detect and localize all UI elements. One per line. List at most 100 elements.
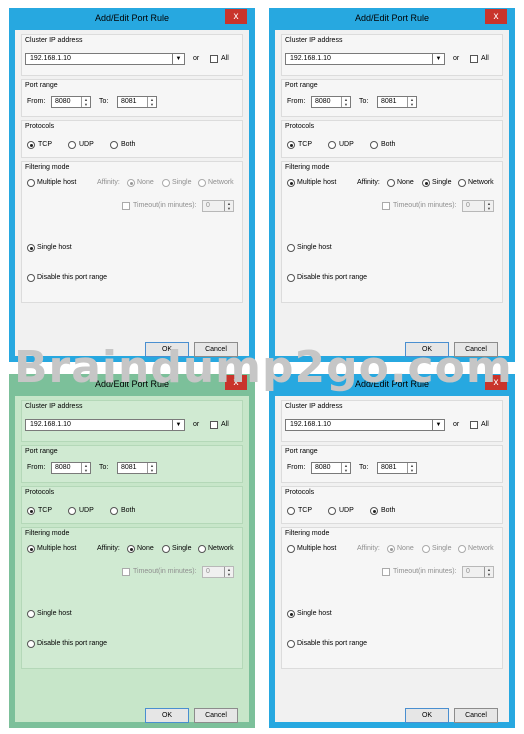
affinity-network-label: Network [208,545,234,552]
from-port-spinner[interactable]: 8080 ▲ ▼ [51,96,91,108]
radio-disable-range[interactable] [27,274,35,282]
radio-both[interactable] [370,141,378,149]
ok-button[interactable]: OK [405,708,449,723]
all-checkbox[interactable] [470,421,478,429]
close-button[interactable]: x [485,9,507,24]
radio-tcp[interactable] [287,507,295,515]
spinner-arrows-icon[interactable]: ▲ ▼ [147,97,156,107]
title-bar[interactable]: Add/Edit Port Rule x [9,8,255,30]
to-port-spinner[interactable]: 8081 ▲ ▼ [377,96,417,108]
radio-affinity-single[interactable] [162,179,170,187]
radio-affinity-network[interactable] [458,545,466,553]
cluster-ip-label: Cluster IP address [285,403,343,410]
spinner-arrows-icon[interactable]: ▲ ▼ [484,567,493,577]
chevron-down-icon[interactable]: ▼ [432,54,444,64]
or-label: or [193,421,200,428]
spinner-arrows-icon[interactable]: ▲ ▼ [147,463,156,473]
radio-tcp[interactable] [27,507,35,515]
all-checkbox[interactable] [470,55,478,63]
radio-multiple-host[interactable] [27,179,35,187]
all-checkbox[interactable] [210,421,218,429]
from-port-spinner[interactable]: 8080 ▲ ▼ [311,462,351,474]
radio-udp[interactable] [68,507,76,515]
timeout-label: Timeout(in minutes): [133,568,197,575]
cancel-button[interactable]: Cancel [454,708,498,723]
radio-multiple-host[interactable] [287,545,295,553]
filtering-mode-section: Filtering mode Multiple host Affinity: N… [21,527,243,669]
to-port-spinner[interactable]: 8081 ▲ ▼ [117,462,157,474]
radio-affinity-network[interactable] [458,179,466,187]
disable-range-label: Disable this port range [37,274,108,281]
radio-multiple-host[interactable] [287,179,295,187]
radio-affinity-none[interactable] [387,545,395,553]
radio-disable-range[interactable] [27,640,35,648]
radio-single-host[interactable] [27,610,35,618]
cluster-ip-combo[interactable]: 192.168.1.10 ▼ [25,53,185,65]
to-label: To: [99,98,109,105]
radio-affinity-single[interactable] [422,179,430,187]
radio-affinity-none[interactable] [387,179,395,187]
timeout-checkbox[interactable] [122,202,130,210]
radio-both[interactable] [110,507,118,515]
cluster-ip-combo[interactable]: 192.168.1.10 ▼ [285,419,445,431]
radio-affinity-single[interactable] [422,545,430,553]
ok-button[interactable]: OK [145,708,189,723]
close-button[interactable]: x [225,9,247,24]
udp-label: UDP [79,507,94,514]
to-port-spinner[interactable]: 8081 ▲ ▼ [377,462,417,474]
from-port-spinner[interactable]: 8080 ▲ ▼ [51,462,91,474]
both-label: Both [381,507,396,514]
title-bar[interactable]: Add/Edit Port Rule x [269,8,515,30]
radio-multiple-host[interactable] [27,545,35,553]
spinner-arrows-icon[interactable]: ▲ ▼ [81,97,90,107]
radio-affinity-none[interactable] [127,179,135,187]
dialog-title: Add/Edit Port Rule [354,13,430,23]
timeout-spinner[interactable]: 0 ▲ ▼ [202,200,234,212]
timeout-checkbox[interactable] [382,568,390,576]
radio-single-host[interactable] [287,244,295,252]
cluster-ip-combo[interactable]: 192.168.1.10 ▼ [25,419,185,431]
radio-udp[interactable] [68,141,76,149]
timeout-checkbox[interactable] [382,202,390,210]
radio-tcp[interactable] [27,141,35,149]
cluster-ip-section: Cluster IP address 192.168.1.10 ▼ or All [21,400,243,442]
chevron-down-icon[interactable]: ▼ [432,420,444,430]
spinner-arrows-icon[interactable]: ▲ ▼ [81,463,90,473]
from-label: From: [27,98,46,105]
radio-single-host[interactable] [287,610,295,618]
spinner-arrows-icon[interactable]: ▲ ▼ [224,201,233,211]
radio-both[interactable] [110,141,118,149]
timeout-checkbox[interactable] [122,568,130,576]
from-port-spinner[interactable]: 8080 ▲ ▼ [311,96,351,108]
radio-affinity-network[interactable] [198,545,206,553]
to-port-spinner[interactable]: 8081 ▲ ▼ [117,96,157,108]
spinner-arrows-icon[interactable]: ▲ ▼ [341,463,350,473]
spinner-arrows-icon[interactable]: ▲ ▼ [407,97,416,107]
spinner-arrows-icon[interactable]: ▲ ▼ [341,97,350,107]
timeout-spinner[interactable]: 0 ▲ ▼ [462,566,494,578]
radio-single-host[interactable] [27,244,35,252]
cluster-ip-combo[interactable]: 192.168.1.10 ▼ [285,53,445,65]
timeout-spinner[interactable]: 0 ▲ ▼ [202,566,234,578]
radio-disable-range[interactable] [287,274,295,282]
spinner-arrows-icon[interactable]: ▲ ▼ [484,201,493,211]
chevron-down-icon[interactable]: ▼ [172,54,184,64]
spinner-arrows-icon[interactable]: ▲ ▼ [407,463,416,473]
radio-udp[interactable] [328,141,336,149]
radio-affinity-network[interactable] [198,179,206,187]
dialog-panel-1: Add/Edit Port Rule x Cluster IP address … [9,8,255,362]
close-icon: x [493,11,499,22]
affinity-label: Affinity: [357,545,380,552]
spinner-arrows-icon[interactable]: ▲ ▼ [224,567,233,577]
radio-affinity-single[interactable] [162,545,170,553]
radio-affinity-none[interactable] [127,545,135,553]
chevron-down-icon[interactable]: ▼ [172,420,184,430]
timeout-spinner[interactable]: 0 ▲ ▼ [462,200,494,212]
cancel-button[interactable]: Cancel [194,708,238,723]
radio-both[interactable] [370,507,378,515]
disable-range-label: Disable this port range [297,274,368,281]
all-checkbox[interactable] [210,55,218,63]
radio-udp[interactable] [328,507,336,515]
radio-disable-range[interactable] [287,640,295,648]
radio-tcp[interactable] [287,141,295,149]
